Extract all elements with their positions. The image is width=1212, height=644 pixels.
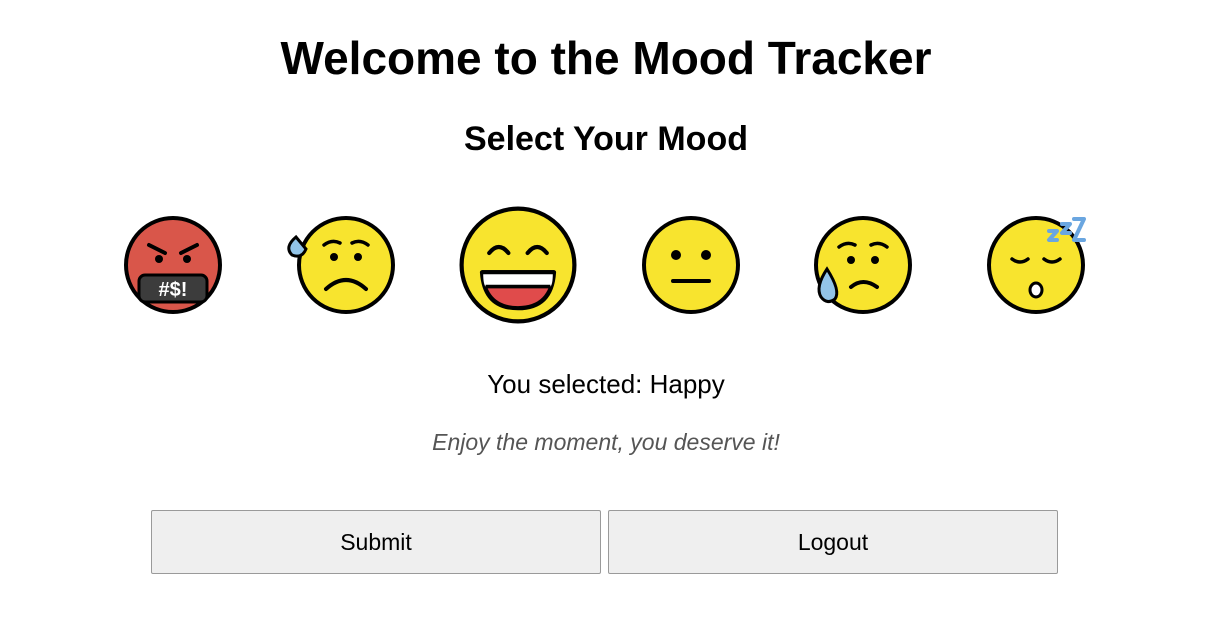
- mood-option-happy[interactable]: [458, 205, 578, 325]
- mood-message: Enjoy the moment, you deserve it!: [432, 429, 780, 455]
- grinning-face-icon: [459, 206, 577, 324]
- anxious-sweat-face-icon: [287, 216, 395, 314]
- sleeping-face-icon: [987, 216, 1086, 314]
- mood-option-anxious[interactable]: [287, 215, 396, 315]
- cursing-symbols: #$!: [159, 279, 188, 301]
- angry-cursing-face-icon: #$!: [124, 216, 222, 314]
- selected-mood-text: You selected: Happy: [487, 369, 725, 399]
- logout-button[interactable]: Logout: [608, 510, 1058, 574]
- mood-option-angry[interactable]: #$!: [123, 215, 223, 315]
- mood-option-sad[interactable]: [813, 215, 913, 315]
- neutral-face-icon: [642, 216, 740, 314]
- mood-section-heading: Select Your Mood: [463, 120, 748, 158]
- submit-button[interactable]: Submit: [151, 510, 601, 574]
- mood-option-neutral[interactable]: [641, 215, 741, 315]
- mood-tracker-page: Welcome to the Mood Tracker Select Your …: [0, 0, 1212, 644]
- sad-tear-face-icon: [814, 216, 912, 314]
- page-title: Welcome to the Mood Tracker: [280, 32, 932, 84]
- mood-option-sleepy[interactable]: [986, 215, 1086, 315]
